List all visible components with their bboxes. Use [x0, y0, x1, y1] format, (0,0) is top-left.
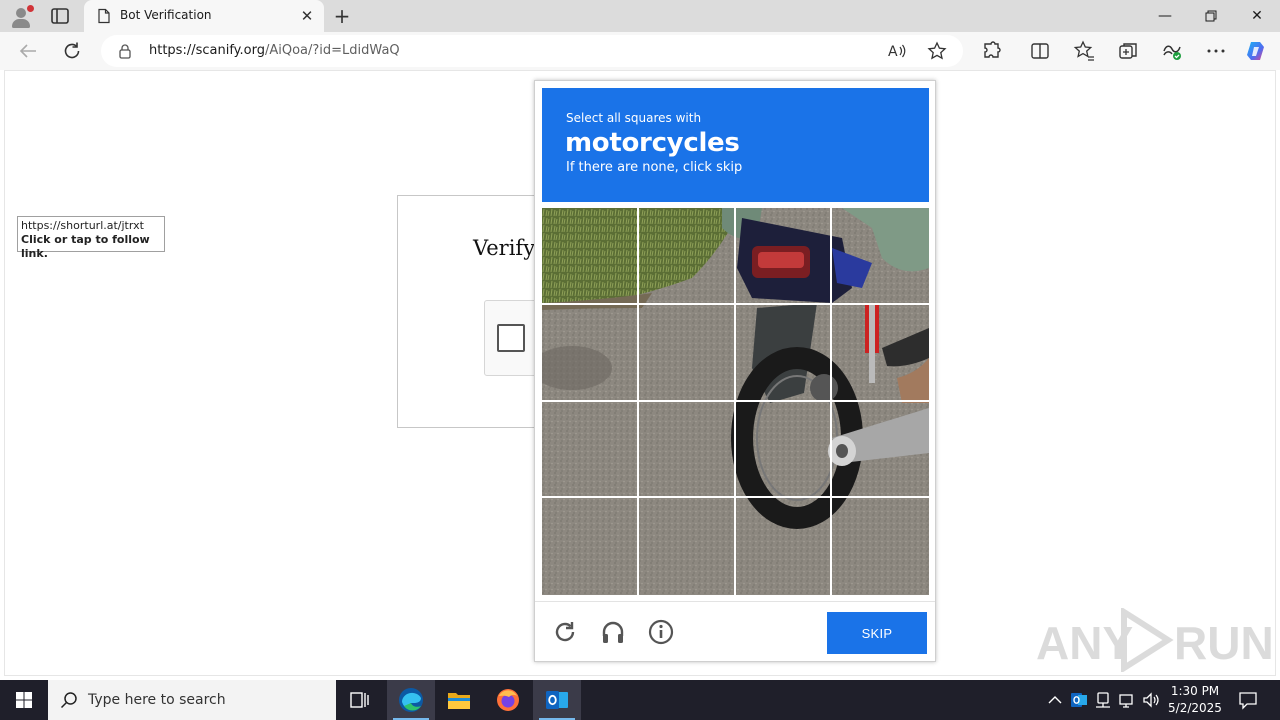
- captcha-image-grid: [542, 208, 929, 595]
- refresh-icon[interactable]: [60, 39, 84, 63]
- captcha-tiles: [542, 208, 929, 595]
- profile-icon[interactable]: [9, 5, 34, 29]
- info-icon[interactable]: [647, 618, 675, 646]
- plus-icon[interactable]: +: [331, 5, 353, 27]
- taskbar-search[interactable]: Type here to search: [48, 680, 336, 720]
- captcha-instruction: Select all squares with: [566, 111, 702, 125]
- captcha-tile-3[interactable]: [735, 208, 833, 305]
- captcha-tile-6[interactable]: [638, 304, 736, 402]
- favorite-star-icon[interactable]: [927, 41, 947, 61]
- firefox-icon: [497, 689, 519, 711]
- captcha-footer: SKIP: [535, 601, 935, 661]
- device-icon[interactable]: [1094, 691, 1112, 709]
- captcha-tile-9[interactable]: [542, 401, 639, 499]
- captcha-tile-7[interactable]: [735, 304, 833, 402]
- outlook-tray-icon[interactable]: [1070, 691, 1088, 709]
- restore-button[interactable]: [1188, 0, 1234, 32]
- more-icon[interactable]: [1204, 39, 1228, 63]
- anyrun-watermark: ANY RUN: [1036, 608, 1274, 672]
- search-icon: [60, 692, 77, 709]
- clock-date: 5/2/2025: [1168, 701, 1222, 715]
- captcha-header: Select all squares with motorcycles If t…: [542, 88, 929, 202]
- back-icon[interactable]: [16, 39, 40, 63]
- browser-toolbar: https://scanify.org/AiQoa/?id=LdidWaQ A: [0, 32, 1280, 70]
- browser-tab-strip: Bot Verification ✕ + — ✕: [0, 0, 1280, 32]
- captcha-tile-8[interactable]: [832, 305, 929, 402]
- taskbar-edge[interactable]: [387, 680, 435, 720]
- captcha-tile-12[interactable]: [832, 402, 929, 499]
- captcha-tile-14[interactable]: [639, 498, 736, 595]
- taskbar-file-explorer[interactable]: [435, 680, 483, 720]
- windows-icon[interactable]: [0, 680, 48, 720]
- captcha-tile-4[interactable]: [832, 208, 929, 305]
- taskbar-firefox[interactable]: [484, 680, 532, 720]
- svg-text:A: A: [888, 44, 898, 60]
- file-explorer-icon: [448, 693, 470, 709]
- captcha-tile-13[interactable]: [542, 498, 639, 595]
- captcha-tile-11[interactable]: [735, 401, 833, 499]
- extensions-icon[interactable]: [980, 39, 1004, 63]
- captcha-challenge: Select all squares with motorcycles If t…: [534, 80, 936, 662]
- chevron-up-icon[interactable]: [1046, 691, 1064, 709]
- page-icon: [98, 8, 110, 24]
- edge-icon: [399, 688, 423, 712]
- lock-icon[interactable]: [117, 43, 133, 59]
- tab-bot-verification[interactable]: Bot Verification ✕: [84, 0, 324, 32]
- captcha-target: motorcycles: [565, 128, 740, 158]
- captcha-tile-16[interactable]: [832, 498, 929, 595]
- captcha-subtext: If there are none, click skip: [566, 160, 743, 175]
- taskbar-outlook[interactable]: [533, 680, 581, 720]
- collections-icon[interactable]: [1116, 39, 1140, 63]
- verification-heading: Verifyi: [473, 236, 542, 260]
- close-window-button[interactable]: ✕: [1234, 0, 1280, 32]
- captcha-checkbox[interactable]: [497, 324, 525, 352]
- task-view-button[interactable]: [336, 680, 384, 720]
- close-icon[interactable]: ✕: [298, 7, 316, 25]
- read-aloud-icon[interactable]: A: [887, 42, 907, 60]
- notifications-icon[interactable]: [1238, 690, 1258, 710]
- skip-button[interactable]: SKIP: [827, 612, 927, 654]
- split-screen-icon[interactable]: [1028, 39, 1052, 63]
- tab-actions-icon[interactable]: [50, 7, 70, 25]
- captcha-tile-2[interactable]: [638, 208, 736, 305]
- tooltip-url: https://shorturl.at/jtrxt: [21, 219, 144, 232]
- windows-taskbar: Type here to search 1:30 PM 5/2/2025: [0, 680, 1280, 720]
- task-view-icon: [350, 692, 369, 708]
- captcha-tile-15[interactable]: [736, 498, 833, 595]
- captcha-tile-5[interactable]: [542, 304, 639, 402]
- tab-title: Bot Verification: [120, 8, 212, 22]
- play-logo-icon: [1121, 608, 1174, 672]
- browser-essentials-icon[interactable]: [1160, 39, 1184, 63]
- reload-icon[interactable]: [551, 618, 579, 646]
- captcha-tile-1[interactable]: [542, 208, 639, 305]
- headphones-icon[interactable]: [599, 618, 627, 646]
- copilot-icon[interactable]: [1245, 39, 1269, 63]
- volume-icon[interactable]: [1142, 691, 1160, 709]
- address-bar[interactable]: https://scanify.org/AiQoa/?id=LdidWaQ A: [101, 35, 963, 67]
- search-placeholder: Type here to search: [88, 692, 226, 708]
- minimize-button[interactable]: —: [1142, 0, 1188, 32]
- favorites-icon[interactable]: [1072, 39, 1096, 63]
- system-clock[interactable]: 1:30 PM 5/2/2025: [1162, 683, 1228, 717]
- url-text: https://scanify.org/AiQoa/?id=LdidWaQ: [149, 43, 400, 58]
- link-tooltip: https://shorturl.at/jtrxt Click or tap t…: [17, 216, 165, 260]
- outlook-icon: [546, 691, 568, 709]
- tooltip-hint: Click or tap to follow link.: [21, 233, 150, 260]
- captcha-tile-10[interactable]: [638, 401, 736, 499]
- network-icon[interactable]: [1118, 691, 1136, 709]
- clock-time: 1:30 PM: [1170, 684, 1220, 698]
